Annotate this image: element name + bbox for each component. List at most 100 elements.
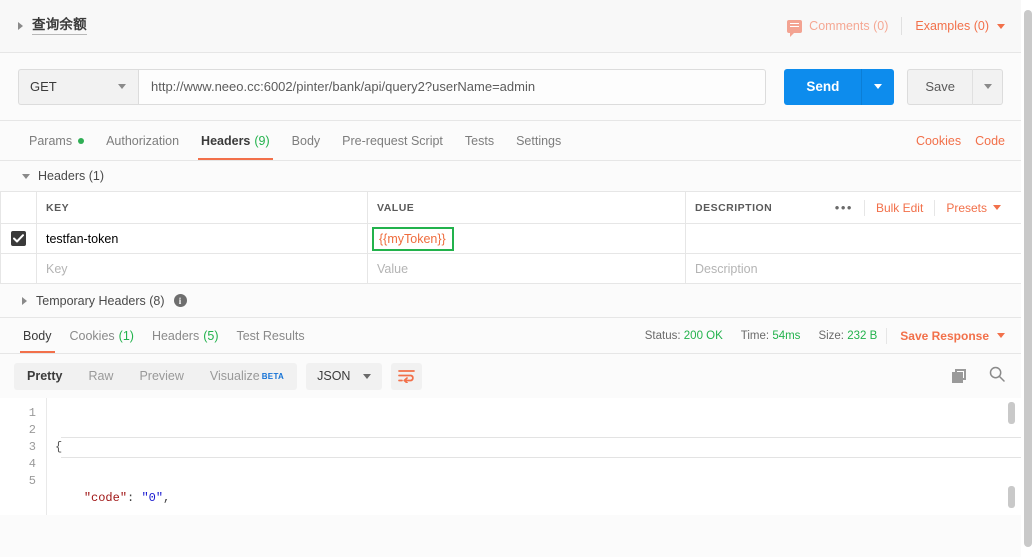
row-enabled-checkbox[interactable]: [11, 231, 26, 246]
response-body-code[interactable]: 1 2 3 4 5 { "code": "0", "message": "suc…: [0, 398, 1021, 515]
bulk-edit-button[interactable]: Bulk Edit: [865, 201, 934, 215]
tab-tests[interactable]: Tests: [454, 121, 505, 160]
params-modified-dot-icon: [78, 137, 85, 144]
view-mode-visualize[interactable]: Visualize BETA: [197, 363, 297, 390]
comments-button[interactable]: Comments (0): [787, 19, 901, 37]
search-icon[interactable]: [989, 366, 1005, 387]
row-checkbox-cell[interactable]: [0, 223, 37, 254]
info-icon[interactable]: i: [173, 294, 187, 307]
headers-section-header[interactable]: Headers (1): [0, 161, 1021, 191]
tab-params[interactable]: Params: [18, 121, 95, 160]
response-format-value: JSON: [317, 369, 351, 383]
cookies-link[interactable]: Cookies: [916, 134, 961, 148]
view-mode-preview[interactable]: Preview: [126, 363, 196, 390]
headers-table: KEY VALUE DESCRIPTION ••• Bulk Edit Pres…: [0, 191, 1022, 284]
chevron-down-icon: [993, 205, 1001, 210]
word-wrap-button[interactable]: [391, 362, 423, 390]
tab-pre-request-script[interactable]: Pre-request Script: [331, 121, 454, 160]
expand-collapse-caret-icon[interactable]: [18, 22, 23, 30]
column-header-value: VALUE: [367, 191, 686, 224]
tab-label: Body: [291, 133, 321, 148]
headers-table-actions: ••• Bulk Edit Presets: [824, 199, 1012, 216]
response-tab-headers[interactable]: Headers (5): [143, 318, 228, 353]
presets-label: Presets: [946, 200, 987, 215]
tab-label: Params: [29, 133, 73, 148]
save-options-button[interactable]: [973, 68, 1003, 105]
header-value-cell[interactable]: {{myToken}}: [367, 223, 686, 254]
line-number: 3: [28, 440, 36, 454]
headers-table-head-row: KEY VALUE DESCRIPTION ••• Bulk Edit Pres…: [0, 191, 1022, 224]
new-header-description-input[interactable]: Description: [685, 253, 1022, 284]
tab-label: Cookies: [69, 328, 115, 343]
tab-settings[interactable]: Settings: [505, 121, 572, 160]
table-row[interactable]: testfan-token {{myToken}}: [0, 223, 1022, 254]
response-tabs: Body Cookies (1) Headers (5) Test Result…: [0, 318, 1021, 354]
tab-headers[interactable]: Headers (9): [190, 121, 281, 160]
expand-caret-icon: [22, 296, 27, 305]
send-button-group: Send: [784, 68, 895, 105]
title-bar-actions: Comments (0) Examples (0): [787, 17, 1005, 37]
tab-label: Settings: [516, 133, 562, 148]
code-line: {: [55, 437, 1021, 458]
chevron-down-icon: [118, 84, 126, 89]
word-wrap-icon: [398, 370, 416, 383]
response-tab-test-results[interactable]: Test Results: [227, 318, 313, 353]
collapse-caret-icon: [22, 173, 30, 179]
tab-count: (9): [254, 133, 270, 148]
json-key: "code": [83, 491, 128, 505]
tab-label: Authorization: [106, 133, 180, 148]
row-checkbox-cell[interactable]: [0, 253, 37, 284]
response-toolbar-right: [952, 366, 1005, 387]
url-input[interactable]: http://www.neeo.cc:6002/pinter/bank/api/…: [138, 68, 767, 105]
chevron-down-icon: [997, 23, 1005, 29]
page-scrollbar[interactable]: [1021, 0, 1035, 557]
line-number-gutter: 1 2 3 4 5: [0, 398, 46, 515]
header-description-cell[interactable]: [685, 223, 1022, 254]
copy-icon[interactable]: [952, 368, 967, 384]
temporary-headers-section[interactable]: Temporary Headers (8) i: [0, 284, 1021, 317]
code-scrollbar[interactable]: [1008, 402, 1015, 508]
response-tab-body[interactable]: Body: [14, 318, 61, 353]
time-badge: Time: 54ms: [732, 330, 810, 342]
tab-authorization[interactable]: Authorization: [95, 121, 190, 160]
new-header-key-input[interactable]: Key: [36, 253, 368, 284]
postman-request-response-view: 查询余额 Comments (0) Examples (0) GET http:…: [0, 0, 1035, 557]
view-mode-raw[interactable]: Raw: [75, 363, 126, 390]
headers-section-title: Headers (1): [38, 169, 104, 183]
chevron-down-icon: [363, 373, 372, 379]
chevron-down-icon: [997, 333, 1005, 338]
time-value: 54ms: [772, 329, 801, 342]
send-button[interactable]: Send: [784, 68, 863, 105]
table-row[interactable]: Key Value Description: [0, 253, 1022, 284]
chevron-down-icon: [874, 84, 883, 89]
scrollbar-thumb[interactable]: [1024, 10, 1032, 547]
tab-body[interactable]: Body: [281, 121, 332, 160]
request-title-bar: 查询余额 Comments (0) Examples (0): [0, 0, 1021, 53]
header-key-cell[interactable]: testfan-token: [36, 223, 368, 254]
code-link[interactable]: Code: [975, 134, 1005, 148]
response-tab-cookies[interactable]: Cookies (1): [61, 318, 143, 353]
view-mode-pretty[interactable]: Pretty: [14, 363, 75, 390]
tab-label: Pre-request Script: [342, 133, 443, 148]
json-open-brace: {: [55, 440, 63, 454]
size-label: Size:: [818, 329, 845, 342]
line-number: 2: [28, 423, 36, 437]
tab-count: (1): [118, 328, 134, 343]
response-body-toolbar: Pretty Raw Preview Visualize BETA JSON: [0, 354, 1021, 398]
code-lines[interactable]: { "code": "0", "message": "success", "da…: [46, 398, 1021, 515]
tab-count: (5): [203, 328, 219, 343]
request-tabs-actions: Cookies Code: [916, 121, 1005, 160]
save-button[interactable]: Save: [907, 68, 973, 105]
presets-button[interactable]: Presets: [935, 201, 1012, 215]
examples-button[interactable]: Examples (0): [902, 19, 1005, 33]
save-response-button[interactable]: Save Response: [887, 329, 1005, 343]
temporary-headers-label: Temporary Headers (8): [36, 293, 165, 308]
column-header-key: KEY: [36, 191, 368, 224]
response-format-select[interactable]: JSON: [306, 362, 383, 390]
new-header-value-input[interactable]: Value: [367, 253, 686, 284]
request-name[interactable]: 查询余额: [32, 17, 87, 35]
http-method-select[interactable]: GET: [18, 68, 138, 105]
send-options-button[interactable]: [862, 68, 895, 105]
more-options-icon[interactable]: •••: [824, 201, 864, 214]
http-method-value: GET: [30, 79, 57, 94]
